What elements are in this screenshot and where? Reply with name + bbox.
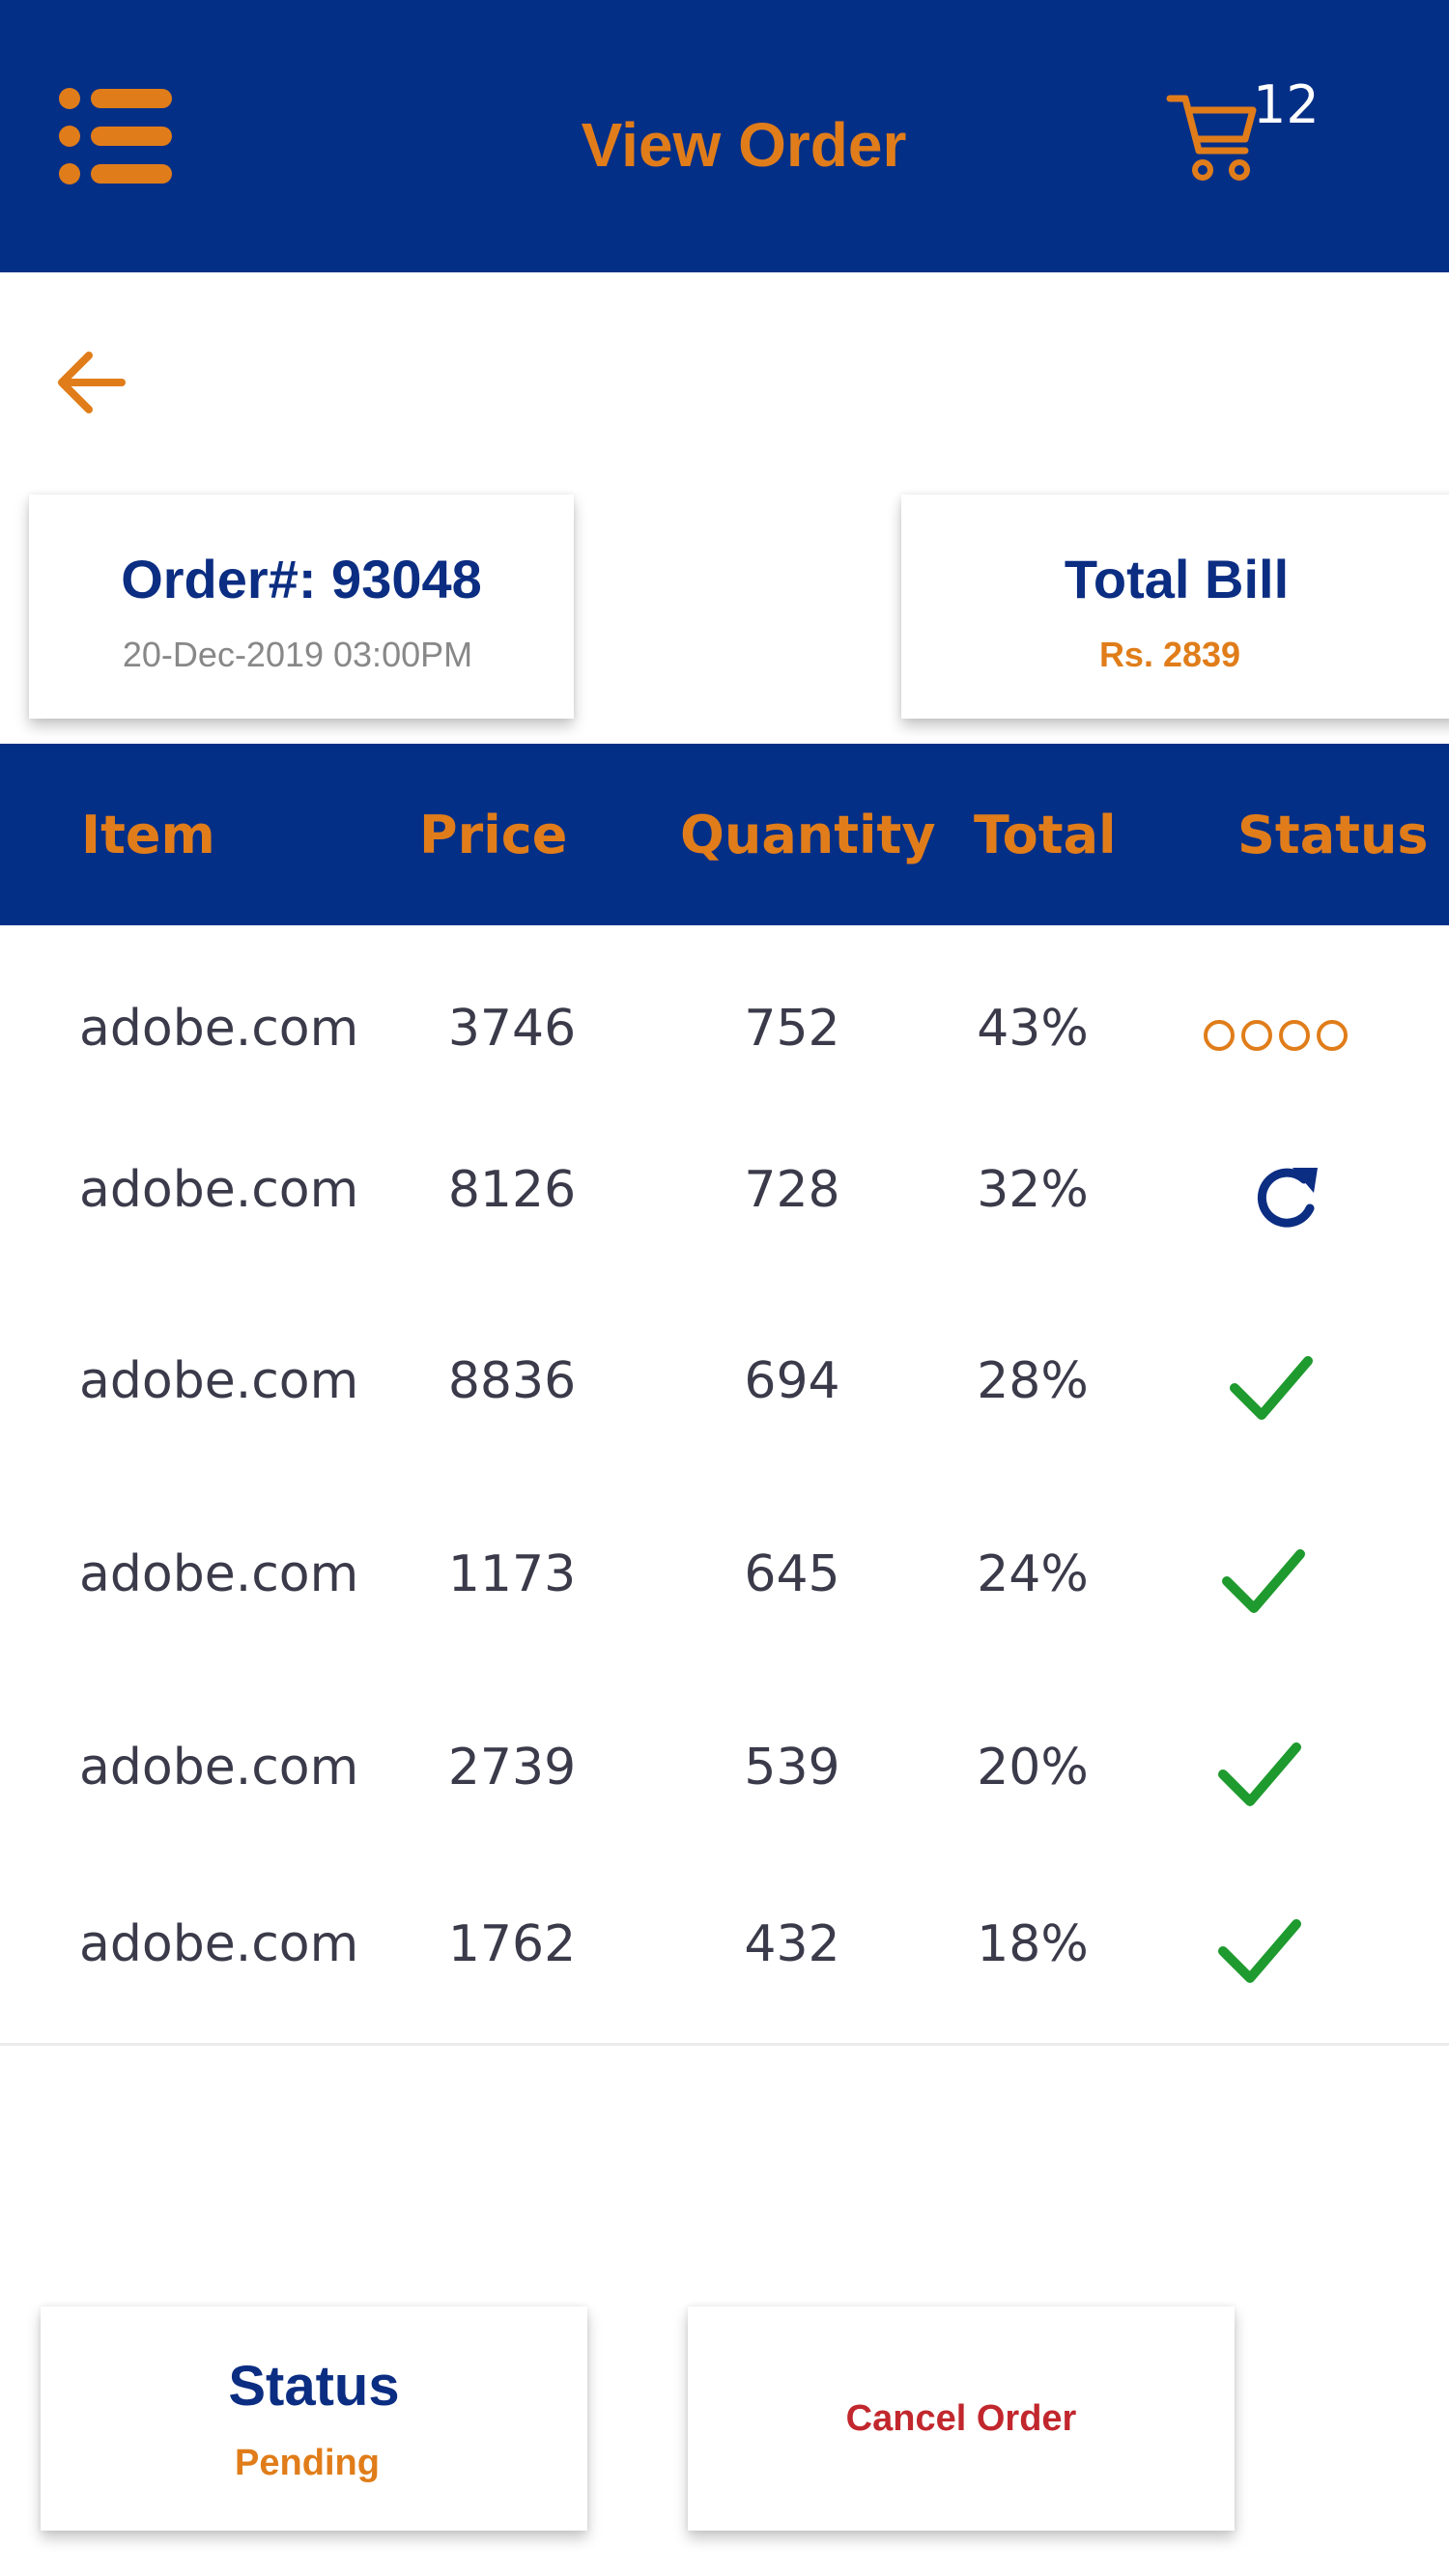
- checkmark-icon: [1179, 1901, 1352, 1988]
- cell-quantity: 752: [744, 1000, 840, 1058]
- cell-price: 8836: [447, 1352, 577, 1410]
- cell-total: 20%: [977, 1739, 1089, 1797]
- arrow-left-icon[interactable]: [54, 348, 129, 417]
- cell-item: adobe.com: [79, 1545, 359, 1603]
- table-row: adobe.com 8126 728 32%: [0, 1137, 1449, 1243]
- total-bill-title: Total Bill: [1064, 549, 1290, 609]
- cell-total: 32%: [977, 1161, 1089, 1219]
- refresh-icon: [1190, 1146, 1364, 1233]
- table-row: adobe.com 3746 752 43%: [0, 976, 1449, 1082]
- column-header-total: Total: [974, 805, 1117, 865]
- cell-item: adobe.com: [79, 1915, 359, 1973]
- checkmark-icon: [1190, 1338, 1364, 1425]
- cell-quantity: 694: [744, 1352, 840, 1410]
- order-info-card: Order#: 93048 20-Dec-2019 03:00PM: [29, 495, 574, 719]
- column-header-price: Price: [419, 805, 568, 865]
- cell-item: adobe.com: [79, 1161, 359, 1219]
- view-order-screen: View Order 12 Order#: 93048 20-Dec-2019 …: [0, 0, 1449, 2576]
- cell-quantity: 432: [744, 1915, 840, 1973]
- cell-price: 1762: [447, 1915, 577, 1973]
- checkmark-icon: [1179, 1724, 1352, 1811]
- column-header-quantity: Quantity: [680, 805, 936, 865]
- cell-quantity: 645: [744, 1545, 840, 1603]
- column-header-status: Status: [1237, 805, 1429, 865]
- status-value: Pending: [235, 2443, 380, 2483]
- table-row: adobe.com 1762 432 18%: [0, 1891, 1449, 1997]
- cell-item: adobe.com: [79, 1352, 359, 1410]
- cell-total: 24%: [977, 1545, 1089, 1603]
- total-bill-amount: Rs. 2839: [1098, 635, 1241, 674]
- cell-item: adobe.com: [79, 1000, 359, 1058]
- cell-price: 8126: [447, 1161, 577, 1219]
- table-row: adobe.com 8836 694 28%: [0, 1328, 1449, 1434]
- app-header: View Order 12: [0, 0, 1449, 272]
- order-date: 20-Dec-2019 03:00PM: [122, 635, 473, 674]
- cell-price: 3746: [447, 1000, 577, 1058]
- cell-total: 18%: [977, 1915, 1089, 1973]
- cell-quantity: 728: [744, 1161, 840, 1219]
- column-header-item: Item: [81, 805, 215, 865]
- cancel-order-button[interactable]: Cancel Order: [688, 2307, 1235, 2531]
- cell-item: adobe.com: [79, 1739, 359, 1797]
- total-bill-card: Total Bill Rs. 2839: [901, 495, 1449, 719]
- order-status-card: Status Pending: [41, 2307, 587, 2531]
- loading-dots-icon: [1190, 985, 1364, 1072]
- table-divider: [0, 2043, 1449, 2046]
- table-row: adobe.com 1173 645 24%: [0, 1521, 1449, 1628]
- cell-price: 2739: [447, 1739, 577, 1797]
- cell-price: 1173: [447, 1545, 577, 1603]
- checkmark-icon: [1182, 1531, 1356, 1618]
- cell-total: 28%: [977, 1352, 1089, 1410]
- table-row: adobe.com 2739 539 20%: [0, 1714, 1449, 1821]
- shopping-cart-icon[interactable]: [1164, 91, 1261, 184]
- cell-quantity: 539: [744, 1739, 840, 1797]
- cell-total: 43%: [977, 1000, 1089, 1058]
- cart-count-badge: 12: [1253, 74, 1320, 135]
- order-number: Order#: 93048: [121, 549, 482, 609]
- table-header: Item Price Quantity Total Status: [0, 744, 1449, 925]
- cancel-order-label: Cancel Order: [845, 2398, 1077, 2439]
- status-title: Status: [228, 2355, 400, 2418]
